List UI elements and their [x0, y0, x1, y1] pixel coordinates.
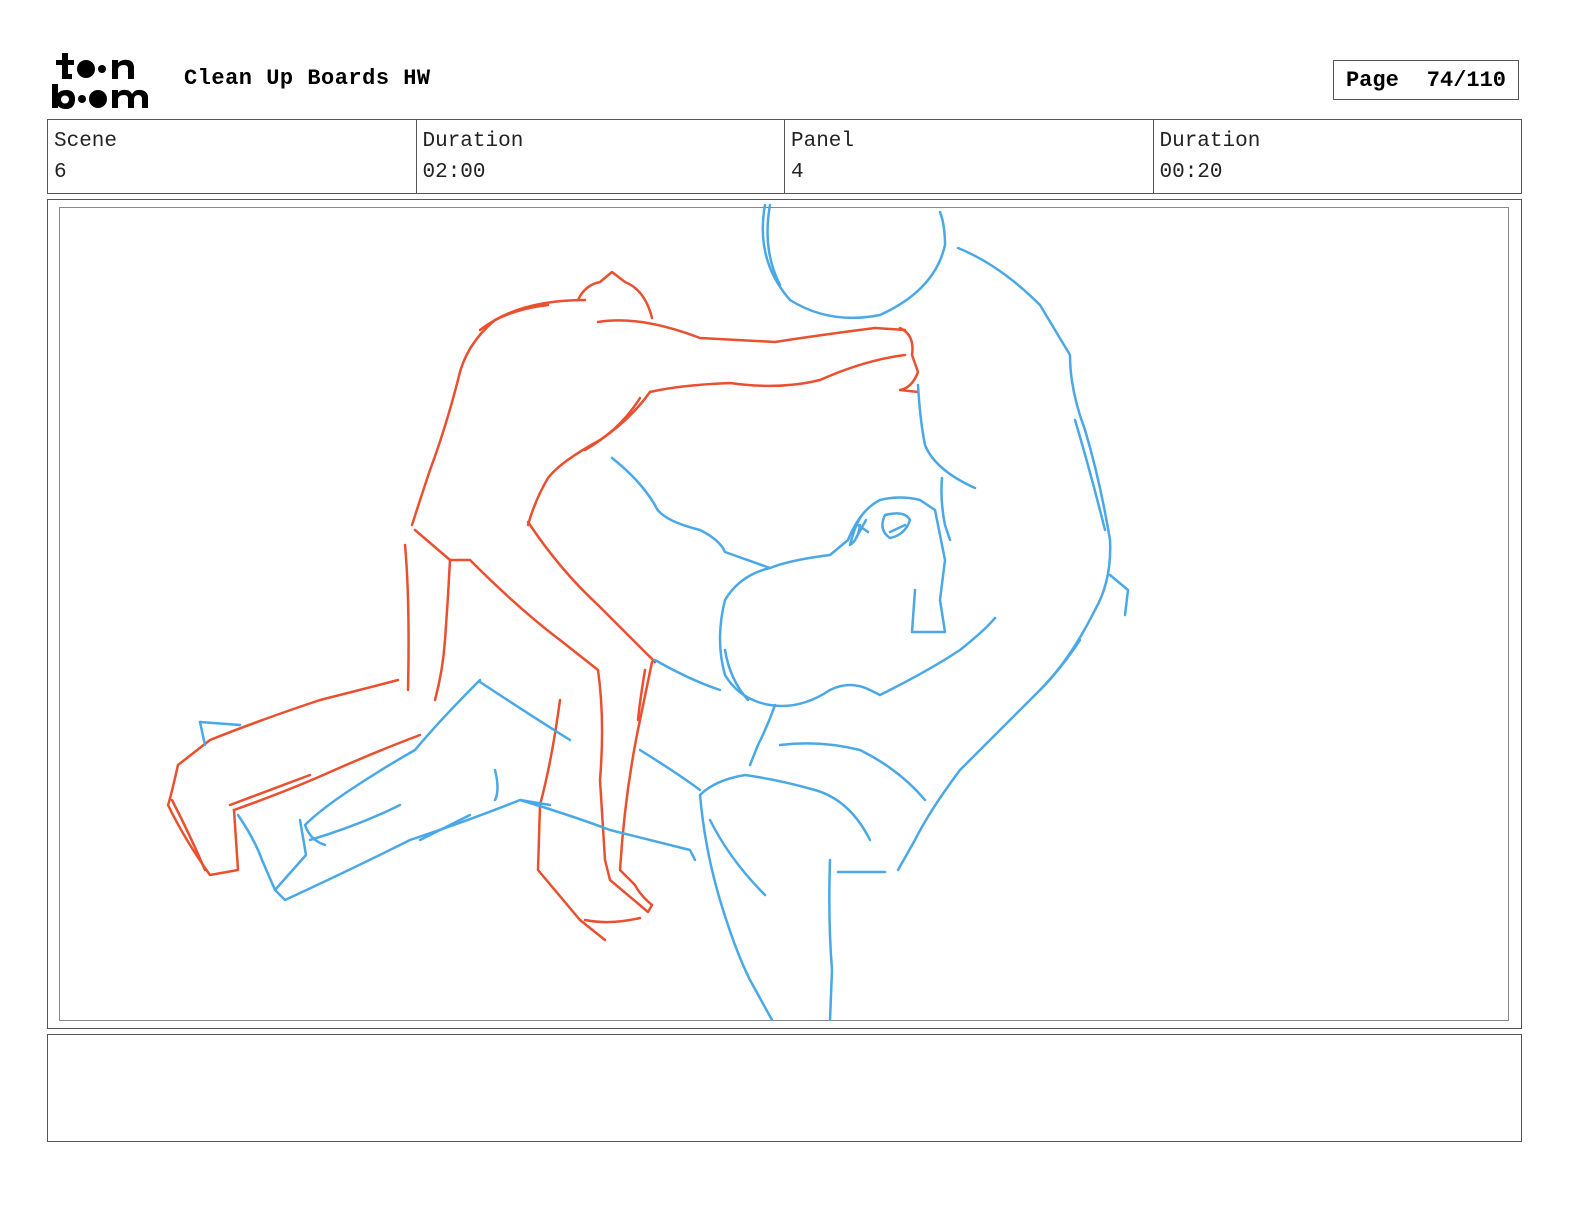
scene-label: Scene — [54, 130, 118, 153]
panel-duration-value: 00:20 — [1159, 161, 1223, 184]
scene-value: 6 — [54, 161, 67, 184]
notes-area — [47, 1034, 1522, 1142]
scene-duration-label: Duration — [422, 130, 524, 153]
page-indicator: Page 74/110 — [1333, 60, 1519, 100]
page-label: Page — [1345, 67, 1399, 93]
document-title: Clean Up Boards HW — [184, 66, 431, 91]
scene-duration-value: 02:00 — [422, 161, 486, 184]
panel-frame-inner — [59, 207, 1509, 1021]
toon-boom-logo — [50, 50, 162, 112]
scene-cell: Scene 6 — [48, 120, 417, 193]
panel-duration-label: Duration — [1159, 130, 1261, 153]
scene-duration-cell: Duration 02:00 — [417, 120, 785, 193]
page-number: 74/110 — [1426, 67, 1507, 93]
panel-value: 4 — [791, 161, 804, 184]
panel-label: Panel — [791, 130, 855, 153]
panel-duration-cell: Duration 00:20 — [1154, 120, 1522, 193]
panel-cell: Panel 4 — [785, 120, 1154, 193]
panel-info-row: Scene 6 Duration 02:00 Panel 4 Duration … — [47, 119, 1522, 194]
